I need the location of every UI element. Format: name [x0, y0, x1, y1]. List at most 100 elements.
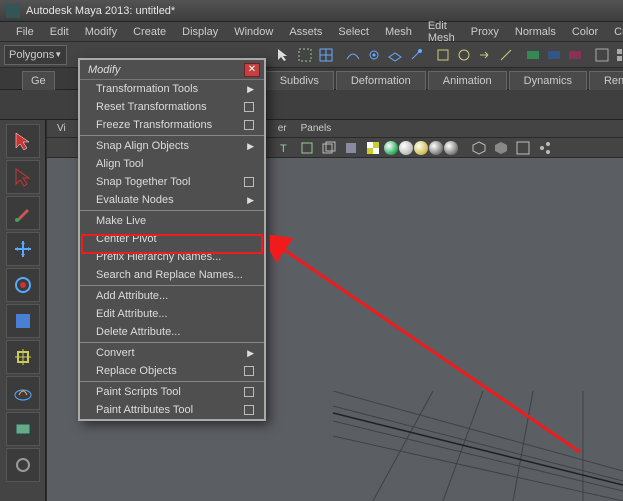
menu-item[interactable]: Delete Attribute... — [80, 323, 264, 341]
material-sphere-icon[interactable] — [399, 141, 413, 155]
menu-item[interactable]: Paint Scripts Tool — [80, 383, 264, 401]
show-manip-tool[interactable] — [6, 412, 40, 446]
vp-menu[interactable]: er — [272, 122, 293, 135]
close-icon[interactable]: ✕ — [244, 63, 260, 77]
toolbar-icons — [273, 44, 623, 65]
menu-color[interactable]: Color — [564, 24, 606, 40]
ipr-icon — [546, 47, 562, 63]
shelf-tab-animation[interactable]: Animation — [428, 71, 507, 90]
tool-btn[interactable] — [405, 44, 426, 65]
menu-item[interactable]: Replace Objects — [80, 362, 264, 380]
menu-select[interactable]: Select — [330, 24, 377, 40]
tool-btn[interactable] — [432, 44, 453, 65]
menu-item[interactable]: Snap Together Tool — [80, 173, 264, 191]
vp-btn[interactable]: T — [274, 137, 295, 158]
tool-btn[interactable] — [543, 44, 564, 65]
menu-edit-mesh[interactable]: Edit Mesh — [420, 18, 463, 46]
material-sphere-icon[interactable] — [429, 141, 443, 155]
menu-item[interactable]: Add Attribute... — [80, 287, 264, 305]
menu-item[interactable]: Evaluate Nodes▶ — [80, 191, 264, 209]
last-tool[interactable] — [6, 448, 40, 482]
material-sphere-icon[interactable] — [384, 141, 398, 155]
shelf-tab-rendering[interactable]: Render — [589, 71, 623, 90]
menu-edit[interactable]: Edit — [42, 24, 77, 40]
menu-modify[interactable]: Modify — [77, 24, 125, 40]
tool-btn[interactable] — [591, 44, 612, 65]
option-box-icon[interactable] — [244, 102, 254, 112]
tool-btn[interactable] — [495, 44, 516, 65]
menu-item[interactable]: Snap Align Objects▶ — [80, 137, 264, 155]
menu-item[interactable]: Transformation Tools▶ — [80, 80, 264, 98]
tool-btn[interactable] — [474, 44, 495, 65]
menu-file[interactable]: File — [8, 24, 42, 40]
vp-menu[interactable]: Vi — [51, 122, 72, 135]
move-tool[interactable] — [6, 232, 40, 266]
tool-btn[interactable] — [273, 44, 294, 65]
material-sphere-icon[interactable] — [444, 141, 458, 155]
menu-item[interactable]: Prefix Hierarchy Names... — [80, 248, 264, 266]
tool-btn[interactable] — [315, 44, 336, 65]
menu-window[interactable]: Window — [226, 24, 281, 40]
box-icon — [299, 140, 315, 156]
menu-item[interactable]: Convert▶ — [80, 344, 264, 362]
vp-btn[interactable] — [296, 137, 317, 158]
menu-item-label: Transformation Tools — [96, 83, 198, 95]
shelf-tab-deformation[interactable]: Deformation — [336, 71, 426, 90]
option-box-icon[interactable] — [244, 366, 254, 376]
menu-truncated[interactable]: Crea — [606, 24, 623, 40]
menu-item[interactable]: Edit Attribute... — [80, 305, 264, 323]
tool-btn[interactable] — [363, 44, 384, 65]
vp-btn[interactable] — [512, 137, 533, 158]
vp-btn[interactable] — [362, 137, 383, 158]
menu-item[interactable]: Center Pivot — [80, 230, 264, 248]
mode-dropdown[interactable]: Polygons ▼ — [4, 45, 67, 65]
menu-item[interactable]: Freeze Transformations — [80, 116, 264, 134]
menu-mesh[interactable]: Mesh — [377, 24, 420, 40]
modify-menu: Modify ✕ Transformation Tools▶Reset Tran… — [78, 58, 266, 421]
rotate-tool[interactable] — [6, 268, 40, 302]
vp-btn[interactable] — [534, 137, 555, 158]
menu-display[interactable]: Display — [174, 24, 226, 40]
menu-item[interactable]: Reset Transformations — [80, 98, 264, 116]
tool-btn[interactable] — [453, 44, 474, 65]
option-box-icon[interactable] — [244, 177, 254, 187]
vp-menu-panels[interactable]: Panels — [295, 122, 338, 135]
scale-tool[interactable] — [6, 304, 40, 338]
manip-tool[interactable] — [6, 340, 40, 374]
tool-btn[interactable] — [294, 44, 315, 65]
menu-assets[interactable]: Assets — [281, 24, 330, 40]
mode-dropdown-label: Polygons — [9, 49, 54, 61]
option-box-icon[interactable] — [244, 120, 254, 130]
soft-mod-tool[interactable] — [6, 376, 40, 410]
tool-btn[interactable] — [342, 44, 363, 65]
menu-item[interactable]: Search and Replace Names... — [80, 266, 264, 284]
vp-btn[interactable] — [318, 137, 339, 158]
brush-icon — [12, 202, 34, 224]
menu-item-label: Add Attribute... — [96, 290, 168, 302]
menu-item[interactable]: Make Live — [80, 212, 264, 230]
app-icon — [6, 4, 20, 18]
menu-proxy[interactable]: Proxy — [463, 24, 507, 40]
tool-btn[interactable] — [384, 44, 405, 65]
shelf-tab-subdivs[interactable]: Subdivs — [265, 71, 334, 90]
tool-btn[interactable] — [612, 44, 623, 65]
lasso-tool[interactable] — [6, 160, 40, 194]
menu-item-label: Delete Attribute... — [96, 326, 180, 338]
material-sphere-icon[interactable] — [414, 141, 428, 155]
universal-manip-icon — [12, 346, 34, 368]
menu-item[interactable]: Paint Attributes Tool — [80, 401, 264, 419]
tool-btn[interactable] — [522, 44, 543, 65]
vp-btn[interactable] — [340, 137, 361, 158]
paint-select-tool[interactable] — [6, 196, 40, 230]
vp-btn[interactable] — [490, 137, 511, 158]
menu-create[interactable]: Create — [125, 24, 174, 40]
shelf-tab-dynamics[interactable]: Dynamics — [509, 71, 587, 90]
menu-item[interactable]: Align Tool — [80, 155, 264, 173]
shelf-tab[interactable]: Ge — [22, 71, 55, 90]
option-box-icon[interactable] — [244, 405, 254, 415]
option-box-icon[interactable] — [244, 387, 254, 397]
vp-btn[interactable] — [468, 137, 489, 158]
menu-normals[interactable]: Normals — [507, 24, 564, 40]
tool-btn[interactable] — [564, 44, 585, 65]
select-tool[interactable] — [6, 124, 40, 158]
